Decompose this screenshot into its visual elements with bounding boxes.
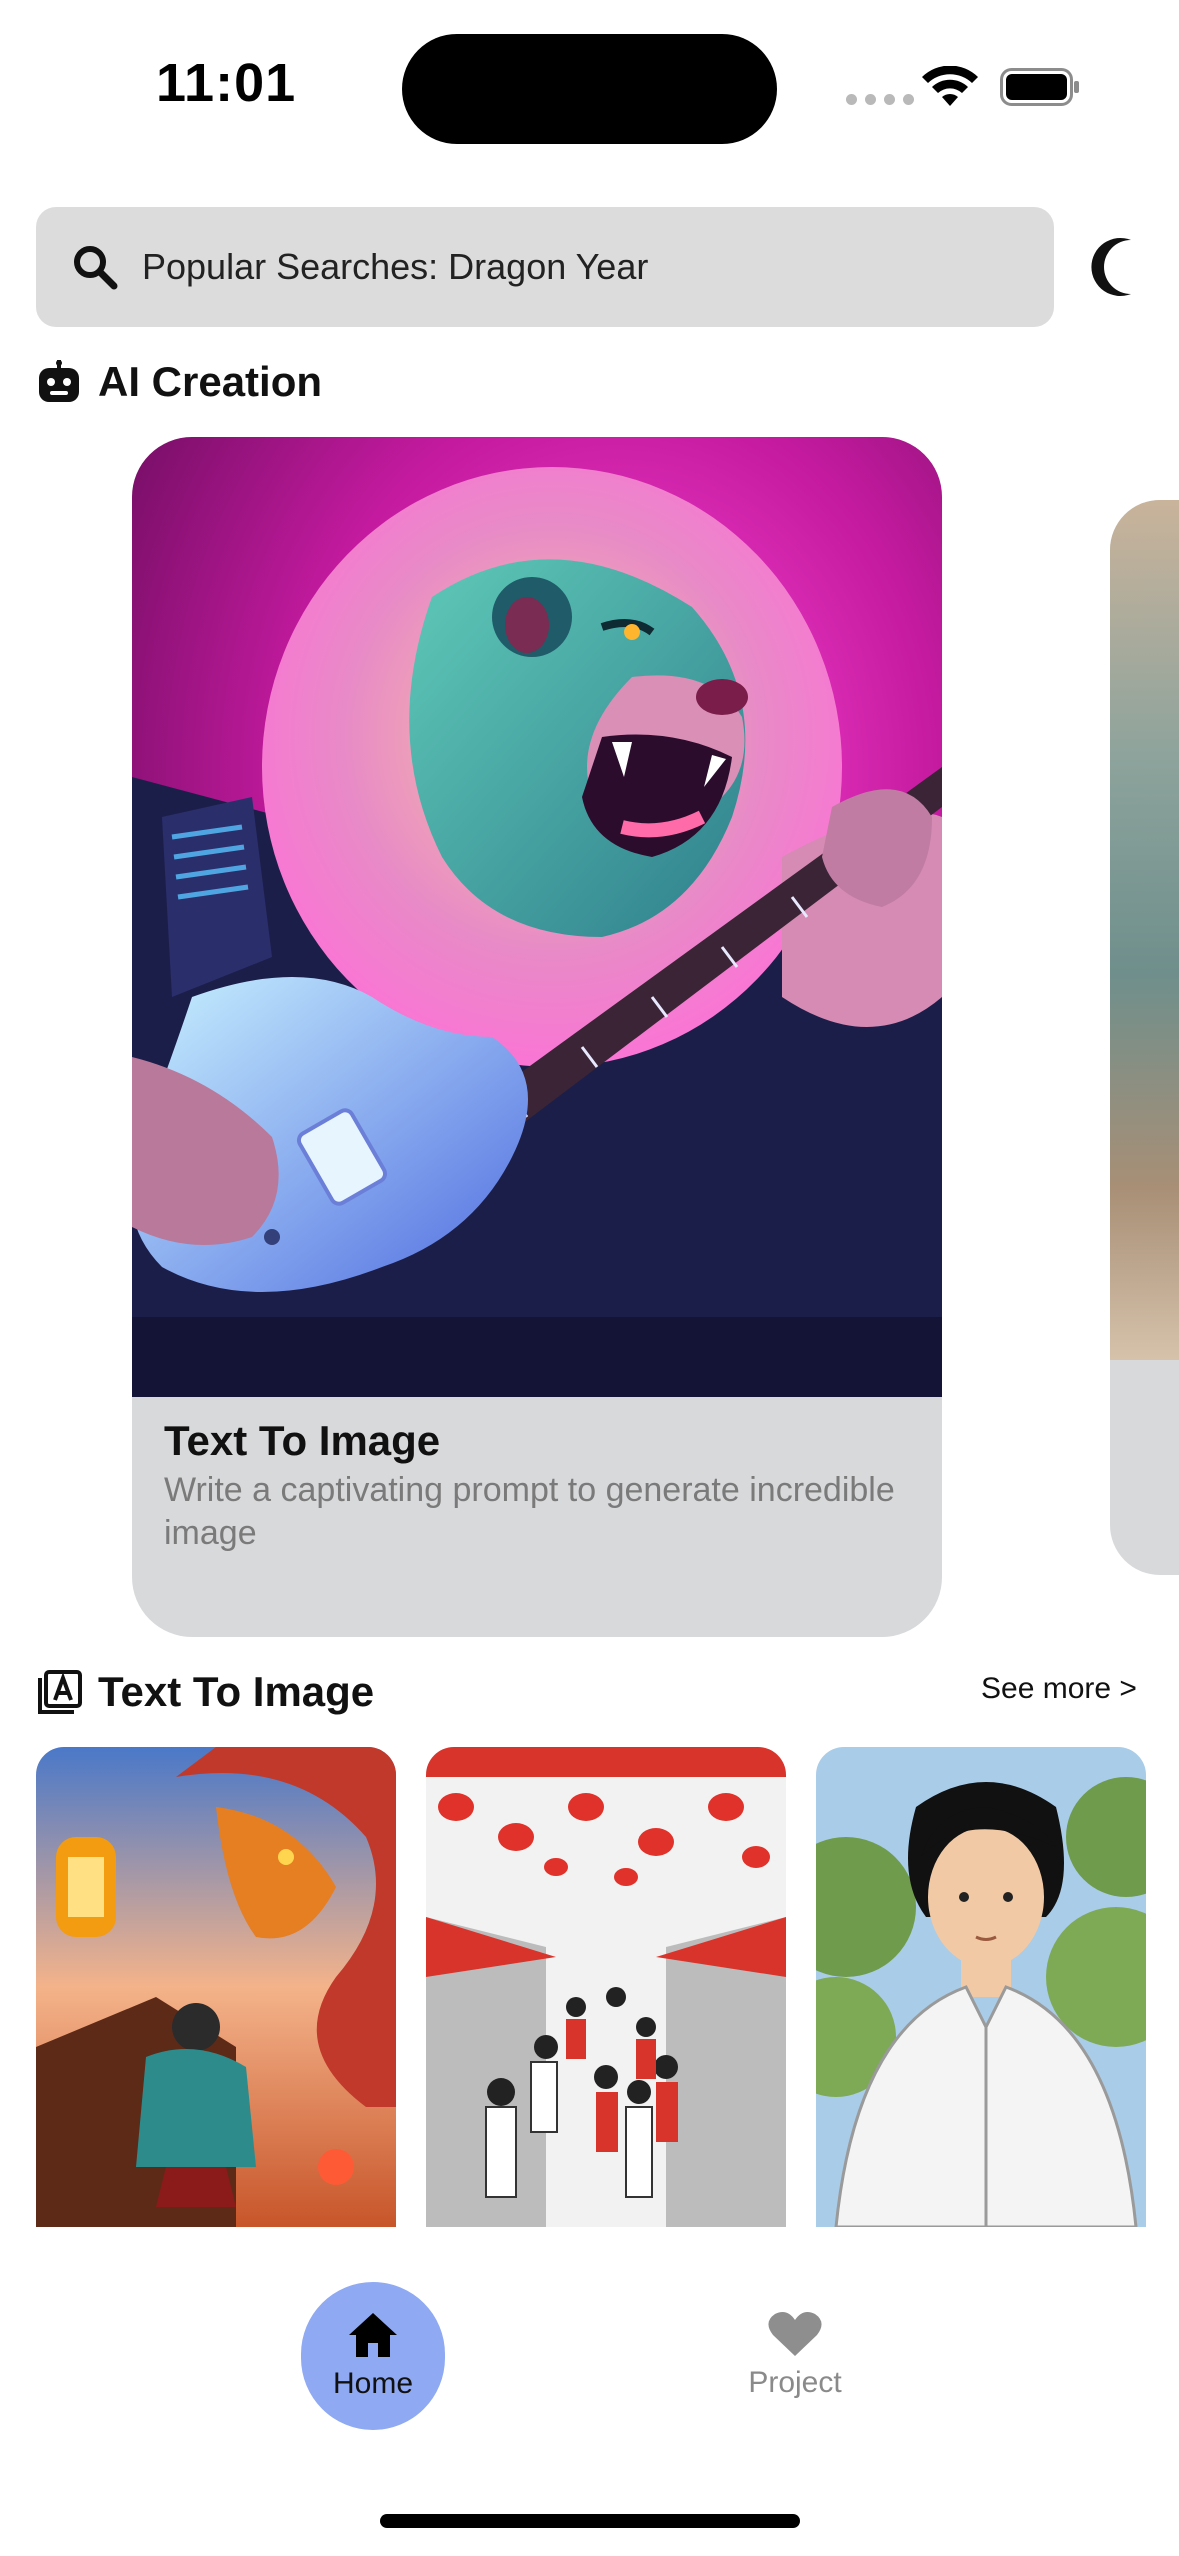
next-card-peek[interactable] — [1110, 500, 1179, 1575]
text-to-image-title: Text To Image — [98, 1668, 375, 1715]
next-card-image — [1110, 500, 1179, 1360]
home-icon — [349, 2313, 397, 2357]
card-title: Text To Image — [164, 1417, 441, 1464]
dragon-thumbnail[interactable] — [36, 1747, 396, 2227]
home-indicator — [380, 2514, 800, 2528]
cellular-signal-icon — [846, 94, 914, 105]
wifi-icon — [922, 66, 978, 106]
text-to-image-card[interactable]: Text To Image Write a captivating prompt… — [132, 437, 942, 1637]
screen: 11:01 Popular Searches: Dragon Year AI C — [0, 0, 1179, 2556]
moon-icon[interactable] — [1085, 236, 1145, 298]
text-image-icon — [38, 1670, 82, 1714]
see-more-link[interactable]: See more > — [981, 1672, 1137, 1706]
text-to-image-heading: Text To Image — [38, 1668, 374, 1716]
search-icon — [74, 246, 118, 290]
tab-project-label: Project — [748, 2366, 842, 2399]
heart-icon — [768, 2312, 822, 2356]
lion-guitar-image — [132, 437, 942, 1397]
portrait-thumbnail[interactable] — [816, 1747, 1146, 2227]
tab-home-label: Home — [332, 2367, 414, 2400]
market-thumbnail[interactable] — [426, 1747, 786, 2227]
dynamic-island — [402, 34, 777, 144]
tab-home[interactable]: Home — [301, 2282, 445, 2430]
search-bar[interactable]: Popular Searches: Dragon Year — [36, 207, 1054, 327]
ai-creation-heading: AI Creation — [36, 358, 322, 406]
card-description: Write a captivating prompt to generate i… — [164, 1471, 895, 1552]
battery-icon — [1000, 68, 1079, 106]
ai-creation-title: AI Creation — [98, 358, 323, 405]
search-placeholder: Popular Searches: Dragon Year — [142, 246, 649, 287]
status-time: 11:01 — [156, 53, 297, 113]
tab-project[interactable]: Project — [720, 2300, 870, 2410]
robot-icon — [39, 360, 79, 402]
